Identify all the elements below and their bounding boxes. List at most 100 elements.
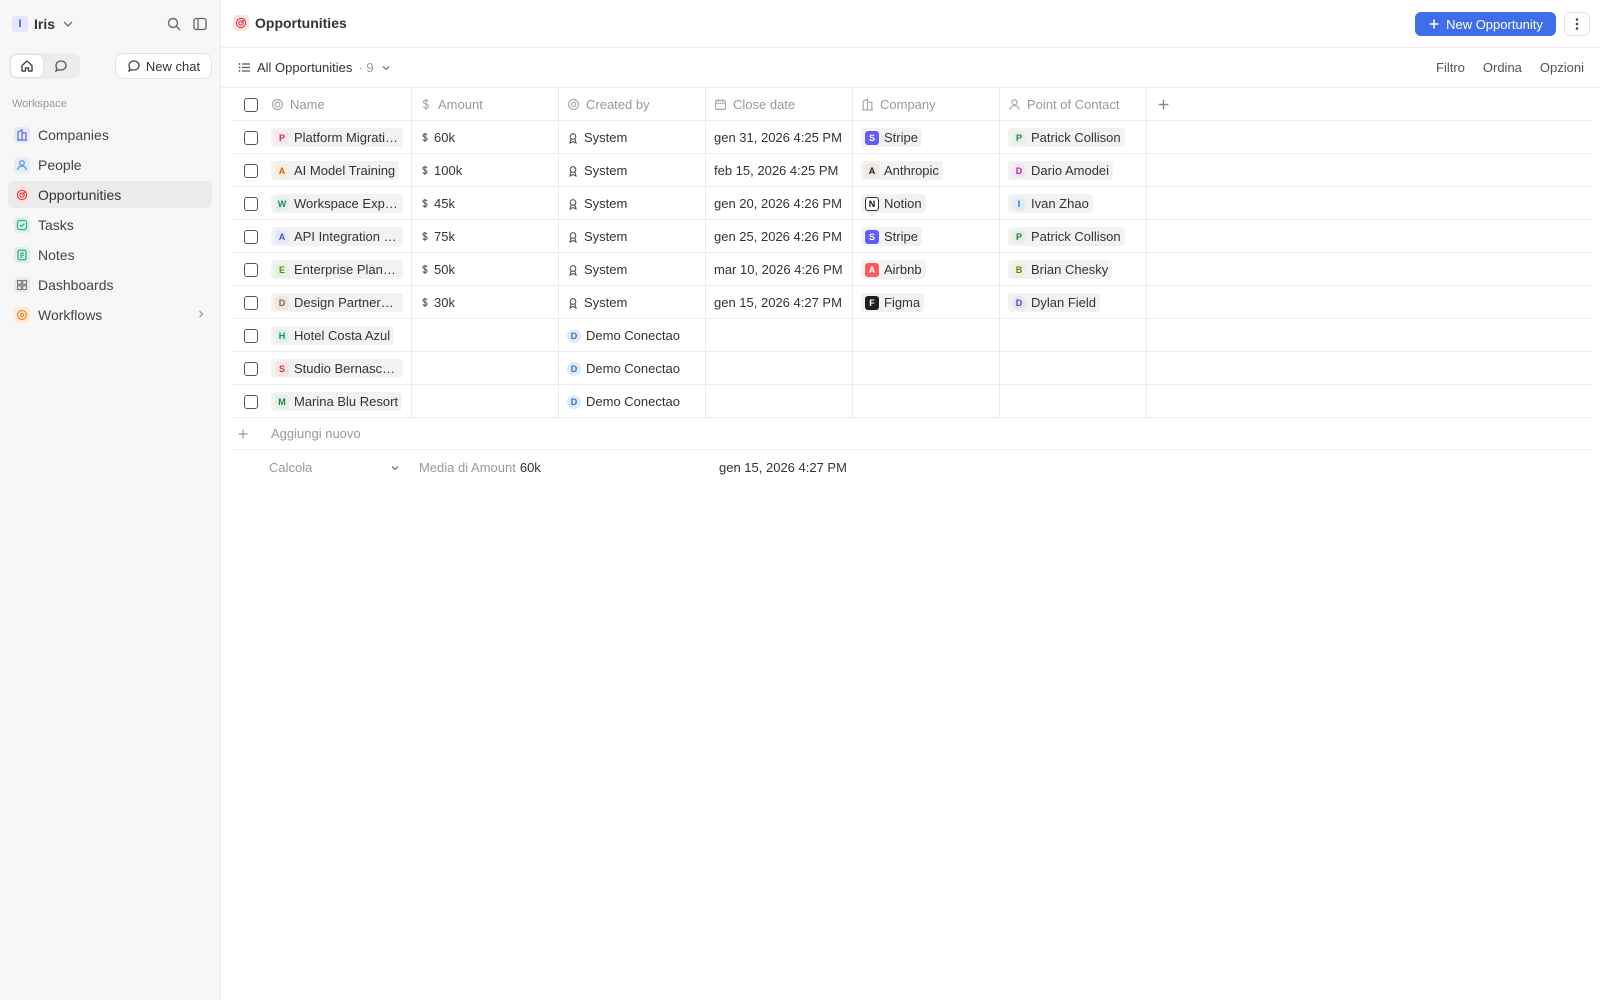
sidebar-item-companies[interactable]: Companies [8,121,212,148]
table-row[interactable]: D Design Partnership 30k System gen 15, 2… [233,286,1593,319]
sidebar-item-opportunities[interactable]: Opportunities [8,181,212,208]
cell-company[interactable]: S Stripe [853,220,1000,253]
cell-point-of-contact[interactable]: I Ivan Zhao [1000,187,1147,220]
more-options-button[interactable] [1564,12,1590,36]
sidebar-item-dashboards[interactable]: Dashboards [8,271,212,298]
cell-amount[interactable] [412,385,559,418]
workspace-switcher[interactable]: I Iris [12,12,75,36]
cell-close-date[interactable]: gen 15, 2026 4:27 PM [706,286,853,319]
contact-chip[interactable]: I Ivan Zhao [1008,194,1093,213]
new-opportunity-button[interactable]: New Opportunity [1415,12,1556,36]
cell-name[interactable]: D Design Partnership [269,286,412,319]
cell-amount[interactable]: 45k [412,187,559,220]
cell-name[interactable]: H Hotel Costa Azul [269,319,412,352]
record-chip[interactable]: P Platform Migration [271,128,403,147]
cell-created-by[interactable]: System [559,220,706,253]
record-chip[interactable]: A AI Model Training [271,161,400,180]
row-checkbox[interactable] [244,262,258,277]
table-row[interactable]: W Workspace Expan... 45k System gen 20, 2… [233,187,1593,220]
record-chip[interactable]: A API Integration Dea [271,227,403,246]
table-row[interactable]: A API Integration Dea 75k System gen 25, … [233,220,1593,253]
row-checkbox[interactable] [244,361,258,376]
cell-point-of-contact[interactable]: B Brian Chesky [1000,253,1147,286]
cell-created-by[interactable]: System [559,253,706,286]
cell-company[interactable] [853,352,1000,385]
cell-amount[interactable]: 100k [412,154,559,187]
table-row[interactable]: P Platform Migration 60k System gen 31, 2… [233,121,1593,154]
cell-company[interactable]: N Notion [853,187,1000,220]
cell-close-date[interactable]: gen 31, 2026 4:25 PM [706,121,853,154]
calculate-dropdown[interactable]: Calcola [269,460,312,475]
cell-name[interactable]: M Marina Blu Resort [269,385,412,418]
cell-name[interactable]: S Studio Bernasconi [269,352,412,385]
cell-name[interactable]: A AI Model Training [269,154,412,187]
cell-company[interactable]: F Figma [853,286,1000,319]
row-checkbox[interactable] [244,163,258,178]
filter-button[interactable]: Filtro [1436,60,1465,75]
cell-amount[interactable]: 75k [412,220,559,253]
cell-created-by[interactable]: System [559,121,706,154]
table-row[interactable]: M Marina Blu Resort D Demo Conectao [233,385,1593,418]
chevron-right-icon[interactable] [196,309,206,319]
row-checkbox[interactable] [244,130,258,145]
record-chip[interactable]: M Marina Blu Resort [271,392,403,411]
row-checkbox[interactable] [244,394,258,409]
cell-created-by[interactable]: System [559,286,706,319]
cell-name[interactable]: P Platform Migration [269,121,412,154]
chevron-down-icon[interactable] [389,462,401,474]
amount-aggregate[interactable]: Media di Amount 60k [419,460,541,475]
table-row[interactable]: A AI Model Training 100k System feb 15, 2… [233,154,1593,187]
cell-company[interactable] [853,385,1000,418]
contact-chip[interactable]: P Patrick Collison [1008,128,1125,147]
cell-name[interactable]: A API Integration Dea [269,220,412,253]
sidebar-toggle-icon[interactable] [191,15,209,33]
row-checkbox[interactable] [244,196,258,211]
cell-close-date[interactable]: gen 25, 2026 4:26 PM [706,220,853,253]
cell-point-of-contact[interactable]: D Dylan Field [1000,286,1147,319]
cell-close-date[interactable] [706,352,853,385]
cell-close-date[interactable] [706,319,853,352]
table-row[interactable]: H Hotel Costa Azul D Demo Conectao [233,319,1593,352]
new-chat-button[interactable]: New chat [115,53,212,79]
cell-created-by[interactable]: System [559,154,706,187]
contact-chip[interactable]: B Brian Chesky [1008,260,1113,279]
column-header-company[interactable]: Company [853,88,1000,121]
cell-point-of-contact[interactable]: P Patrick Collison [1000,121,1147,154]
record-chip[interactable]: W Workspace Expan... [271,194,403,213]
cell-point-of-contact[interactable] [1000,385,1147,418]
cell-created-by[interactable]: D Demo Conectao [559,319,706,352]
cell-created-by[interactable]: D Demo Conectao [559,352,706,385]
record-chip[interactable]: D Design Partnership [271,293,403,312]
cell-created-by[interactable]: D Demo Conectao [559,385,706,418]
contact-chip[interactable]: P Patrick Collison [1008,227,1125,246]
select-all-checkbox[interactable] [244,97,258,112]
sort-button[interactable]: Ordina [1483,60,1522,75]
cell-amount[interactable] [412,319,559,352]
contact-chip[interactable]: D Dario Amodei [1008,161,1114,180]
row-checkbox[interactable] [244,229,258,244]
cell-company[interactable]: A Anthropic [853,154,1000,187]
row-checkbox[interactable] [244,295,258,310]
company-chip[interactable]: F Figma [861,293,925,312]
cell-point-of-contact[interactable]: P Patrick Collison [1000,220,1147,253]
search-icon[interactable] [165,15,183,33]
view-selector[interactable]: All Opportunities · 9 [238,60,392,75]
column-header-name[interactable]: Name [269,88,412,121]
column-header-close-date[interactable]: Close date [706,88,853,121]
add-column-plus-icon[interactable] [1157,98,1170,111]
sidebar-item-people[interactable]: People [8,151,212,178]
cell-created-by[interactable]: System [559,187,706,220]
options-button[interactable]: Opzioni [1540,60,1584,75]
home-tab[interactable] [11,55,43,77]
cell-close-date[interactable]: feb 15, 2026 4:25 PM [706,154,853,187]
company-chip[interactable]: S Stripe [861,227,922,246]
sidebar-item-tasks[interactable]: Tasks [8,211,212,238]
contact-chip[interactable]: D Dylan Field [1008,293,1101,312]
cell-amount[interactable]: 60k [412,121,559,154]
record-chip[interactable]: S Studio Bernasconi [271,359,403,378]
cell-close-date[interactable]: mar 10, 2026 4:26 PM [706,253,853,286]
record-chip[interactable]: H Hotel Costa Azul [271,326,395,345]
cell-amount[interactable]: 30k [412,286,559,319]
add-new-row[interactable]: Aggiungi nuovo [233,418,1593,450]
cell-company[interactable] [853,319,1000,352]
